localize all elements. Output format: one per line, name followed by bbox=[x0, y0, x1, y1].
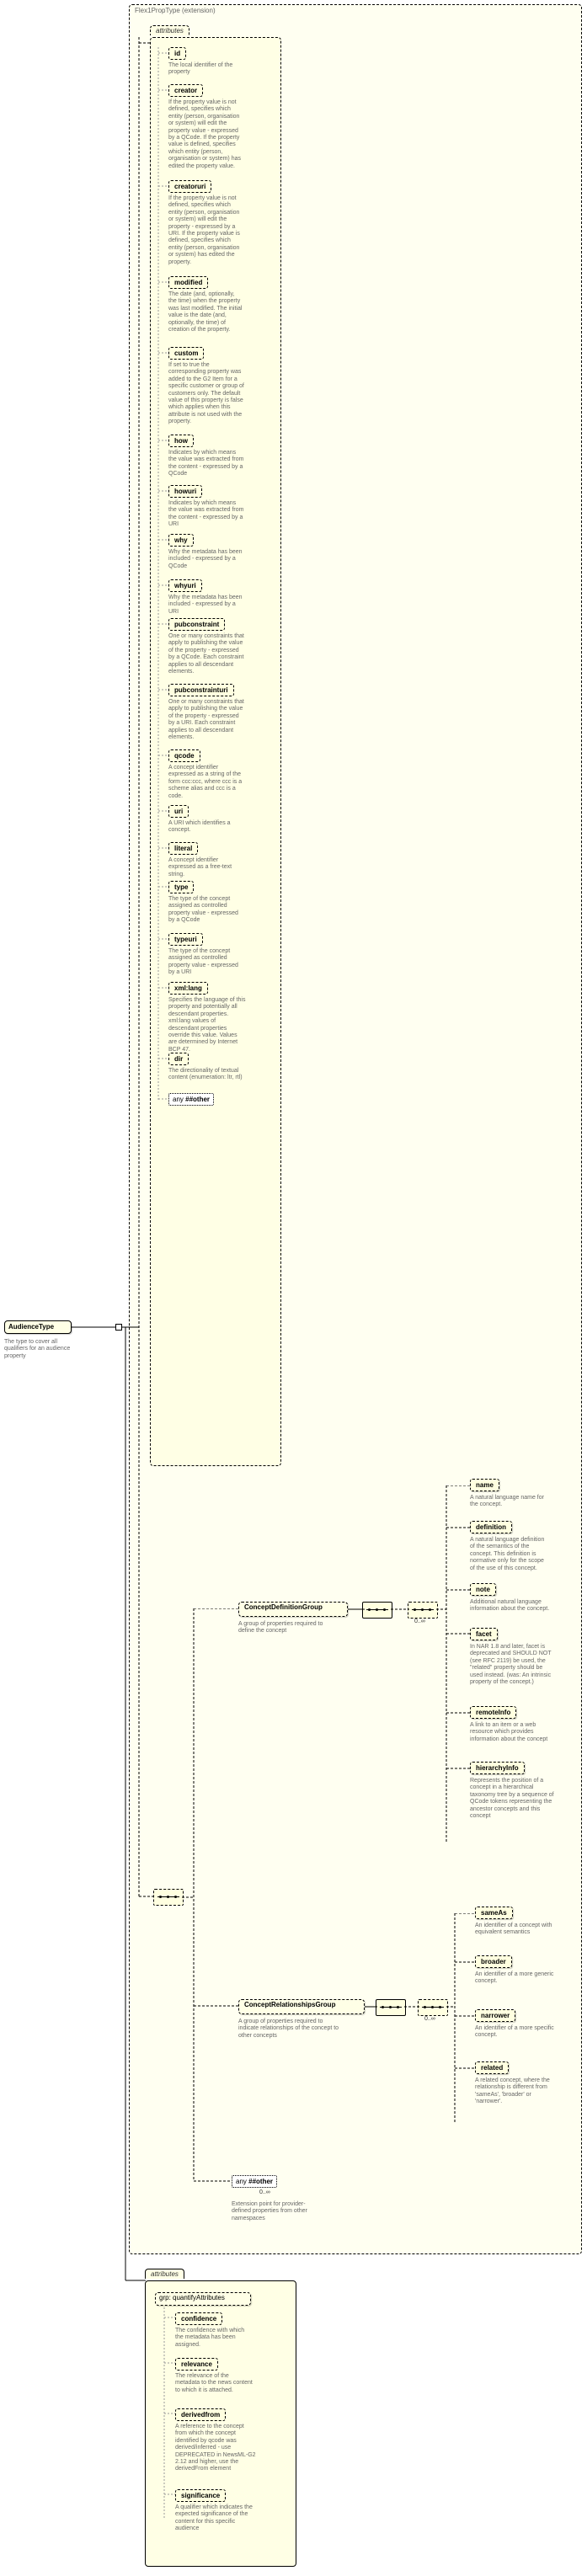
sequence-compositor-main bbox=[153, 1889, 184, 1906]
attr-custom-desc: If set to true the corresponding propert… bbox=[168, 362, 246, 426]
sequence-compositor-defgroup-inner bbox=[408, 1602, 438, 1619]
qattr-confidence: confidence bbox=[175, 2312, 222, 2325]
root-desc: The type to cover all qualifiers for an … bbox=[4, 1339, 76, 1360]
attr-modified-desc: The date (and, optionally, the time) whe… bbox=[168, 291, 244, 333]
child-facet-desc: In NAR 1.8 and later, facet is deprecate… bbox=[470, 1644, 554, 1686]
attr-dir: dir bbox=[168, 1053, 189, 1065]
any-other-elem-desc: Extension point for provider-defined pro… bbox=[232, 2201, 324, 2222]
attr-type-desc: The type of the concept assigned as cont… bbox=[168, 896, 244, 925]
attributes2-tab: attributes bbox=[145, 2269, 184, 2279]
attr-how-desc: Indicates by which means the value was e… bbox=[168, 450, 244, 478]
attr-whyuri: whyuri bbox=[168, 579, 202, 592]
child-sameas: sameAs bbox=[475, 1907, 513, 1919]
qattr-significance: significance bbox=[175, 2489, 226, 2502]
attr-any-other: any ##other bbox=[168, 1093, 214, 1106]
attr-pubconstraint-desc: One or many constraints that apply to pu… bbox=[168, 633, 246, 675]
attr-id: id bbox=[168, 47, 186, 60]
attr-qcode: qcode bbox=[168, 749, 200, 762]
attr-xmllang: xml:lang bbox=[168, 982, 208, 995]
conceptdefinitiongroup: ConceptDefinitionGroup bbox=[238, 1602, 348, 1617]
qattr-relevance-desc: The relevance of the metadata to the new… bbox=[175, 2373, 253, 2394]
sequence-compositor-relgroup bbox=[376, 1999, 406, 2016]
occ-defgroup: 0..∞ bbox=[414, 1619, 425, 1624]
attr-pubconstraint: pubconstraint bbox=[168, 618, 225, 631]
child-related: related bbox=[475, 2061, 509, 2074]
attr-literal-desc: A concept identifier expressed as a free… bbox=[168, 857, 244, 878]
attr-creatoruri-desc: If the property value is not defined, sp… bbox=[168, 195, 243, 266]
child-definition: definition bbox=[470, 1521, 512, 1533]
attr-why-desc: Why the metadata has been included - exp… bbox=[168, 549, 243, 570]
conceptrelationshipsgroup: ConceptRelationshipsGroup bbox=[238, 1999, 365, 2014]
attr-creator: creator bbox=[168, 84, 203, 97]
attr-literal: literal bbox=[168, 842, 198, 855]
attr-xmllang-desc: Specifies the language of this property … bbox=[168, 997, 246, 1053]
attr-how: how bbox=[168, 435, 194, 447]
child-note-desc: Additional natural language information … bbox=[470, 1599, 550, 1613]
attr-typeuri: typeuri bbox=[168, 933, 203, 946]
attr-pubconstrainturi-desc: One or many constraints that apply to pu… bbox=[168, 699, 246, 741]
qattr-significance-desc: A qualifier which indicates the expected… bbox=[175, 2504, 256, 2533]
attr-type: type bbox=[168, 881, 194, 893]
attr-why: why bbox=[168, 534, 194, 547]
quantify-attr-grp: grp: quantifyAttributes bbox=[155, 2292, 251, 2306]
child-name: name bbox=[470, 1479, 499, 1491]
conceptdefinitiongroup-desc: A group of properties required to define… bbox=[238, 1621, 331, 1635]
attr-uri-desc: A URI which identifies a concept. bbox=[168, 820, 243, 835]
attr-whyuri-desc: Why the metadata has been included - exp… bbox=[168, 595, 243, 616]
extension-title: Flex1PropType (extension) bbox=[135, 7, 216, 14]
root-label: AudienceType bbox=[8, 1323, 54, 1331]
attr-modified: modified bbox=[168, 276, 208, 289]
sequence-compositor-relgroup-inner bbox=[418, 1999, 448, 2016]
attr-creator-desc: If the property value is not defined, sp… bbox=[168, 99, 243, 170]
occ-relgroup: 0..∞ bbox=[424, 2016, 435, 2022]
sequence-compositor-defgroup bbox=[362, 1602, 392, 1619]
attr-pubconstrainturi: pubconstrainturi bbox=[168, 684, 234, 696]
attr-howuri-desc: Indicates by which means the value was e… bbox=[168, 500, 244, 529]
attr-custom: custom bbox=[168, 347, 204, 360]
attr-creatoruri: creatoruri bbox=[168, 180, 211, 193]
child-narrower: narrower bbox=[475, 2009, 515, 2022]
attr-howuri: howuri bbox=[168, 485, 202, 498]
qattr-confidence-desc: The confidence with which the metadata h… bbox=[175, 2328, 253, 2349]
attr-typeuri-desc: The type of the concept assigned as cont… bbox=[168, 948, 244, 977]
attributes-tab: attributes bbox=[150, 25, 189, 35]
child-hierarchyinfo: hierarchyInfo bbox=[470, 1762, 525, 1774]
child-remoteinfo-desc: A link to an item or a web resource whic… bbox=[470, 1722, 550, 1743]
inherit-marker bbox=[115, 1324, 122, 1331]
child-name-desc: A natural language name for the concept. bbox=[470, 1495, 550, 1509]
qattr-derivedfrom-desc: A reference to the concept from which th… bbox=[175, 2424, 256, 2473]
qattr-derivedfrom: derivedfrom bbox=[175, 2408, 226, 2421]
child-related-desc: A related concept, where the relationshi… bbox=[475, 2077, 555, 2106]
child-narrower-desc: An identifier of a more specific concept… bbox=[475, 2025, 555, 2040]
child-broader: broader bbox=[475, 1955, 512, 1968]
occ-anyother: 0..∞ bbox=[259, 2189, 270, 2195]
child-remoteinfo: remoteInfo bbox=[470, 1706, 516, 1719]
child-broader-desc: An identifier of a more generic concept. bbox=[475, 1971, 555, 1986]
attr-qcode-desc: A concept identifier expressed as a stri… bbox=[168, 765, 246, 800]
child-sameas-desc: An identifier of a concept with equivale… bbox=[475, 1923, 555, 1937]
child-facet: facet bbox=[470, 1628, 498, 1640]
child-note: note bbox=[470, 1583, 496, 1596]
qattr-relevance: relevance bbox=[175, 2358, 218, 2371]
attr-uri: uri bbox=[168, 805, 189, 818]
child-hierarchyinfo-desc: Represents the position of a concept in … bbox=[470, 1778, 554, 1820]
conceptrelationshipsgroup-desc: A group of properties required to indica… bbox=[238, 2019, 339, 2040]
attr-dir-desc: The directionality of textual content (e… bbox=[168, 1068, 244, 1082]
root-audiencetype: AudienceType bbox=[4, 1320, 72, 1334]
child-definition-desc: A natural language definition of the sem… bbox=[470, 1537, 550, 1572]
attr-id-desc: The local identifier of the property bbox=[168, 62, 236, 77]
any-other-elem: any ##other bbox=[232, 2175, 277, 2188]
